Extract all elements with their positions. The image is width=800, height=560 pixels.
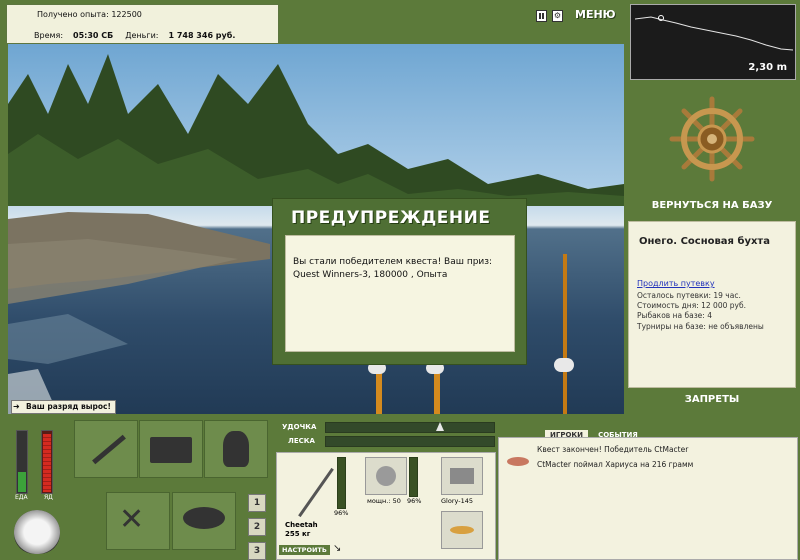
menu-button[interactable]: МЕНЮ [575, 8, 616, 21]
reel-wear-bar [409, 457, 418, 497]
reel-pct: 96% [407, 497, 422, 505]
tournaments-status: Турниры на базе: не объявлены [637, 322, 764, 331]
rod-tension-bar [325, 422, 495, 433]
lure-name: Glory-145 [441, 497, 473, 505]
bans-button[interactable]: ЗАПРЕТЫ [630, 394, 794, 405]
tackle-box-tile[interactable] [139, 420, 203, 478]
tackle-panel: 96% Cheetah 255 кг мощн.: 50 96% Glory-1… [276, 452, 496, 560]
events-log: Квест закончен! Победитель CtMacter CtMa… [498, 437, 798, 560]
extend-ticket-link[interactable]: Продлить путевку [637, 279, 715, 288]
toast-text: Ваш разряд вырос! [26, 402, 111, 411]
reel-slot[interactable] [365, 457, 407, 495]
event-message-1: Квест закончен! Победитель CtMacter [537, 445, 689, 454]
slot-3-button[interactable]: 3 [248, 542, 266, 560]
arrow-icon: ➜ [13, 402, 20, 411]
rod-wear-bar [337, 457, 346, 509]
reel-power: мощн.: 50 [367, 497, 401, 505]
lure-icon [450, 468, 474, 484]
depth-chart: 2,30 m [630, 4, 796, 80]
food-gauge [16, 430, 28, 494]
chat-tabs: ИГРОКИ СОБЫТИЯ [545, 422, 643, 440]
pause-icon[interactable] [536, 10, 547, 22]
ticket-time-left: Осталось путевки: 19 час. [637, 291, 741, 300]
ship-wheel-icon[interactable] [668, 95, 756, 183]
rod-pct: 96% [334, 509, 349, 517]
cauldron-icon[interactable] [14, 510, 60, 554]
expand-arrow-icon[interactable]: ↘ [333, 543, 341, 554]
fork-knife-icon: ✕ [119, 502, 145, 537]
money-label: Деньги: [125, 31, 159, 40]
rod-tension-marker [436, 422, 444, 431]
poison-gauge [41, 430, 53, 494]
rod-image-icon [298, 467, 334, 518]
return-to-base-button[interactable]: ВЕРНУТЬСЯ НА БАЗУ [630, 200, 794, 211]
fishers-count: Рыбаков на базе: 4 [637, 311, 712, 320]
line-tension-bar [325, 436, 495, 447]
rod-name: Cheetah [285, 521, 318, 529]
poison-gauge-fill [43, 434, 51, 492]
rods-tile[interactable] [74, 420, 138, 478]
day-cost: Стоимость дня: 12 000 руб. [637, 301, 746, 310]
reel-icon [376, 466, 396, 486]
money-value: 1 748 346 руб. [168, 31, 236, 40]
rank-up-toast[interactable]: Ваш разряд вырос! [11, 400, 116, 414]
slot-1-button[interactable]: 1 [248, 494, 266, 512]
poison-label: ЯД [44, 494, 53, 501]
info-panel: Получено опыта: 122500 Время: 05:30 СБ Д… [6, 4, 279, 44]
lure-slot[interactable] [441, 457, 483, 495]
top-bar: ⚙ МЕНЮ [280, 0, 622, 44]
fishing-rod-3[interactable] [563, 254, 567, 414]
time-label: Время: [34, 31, 64, 40]
dialog-message: Вы стали победителем квеста! Ваш приз: Q… [293, 257, 493, 280]
location-panel: Онего. Сосновая бухта Продлить путевку О… [628, 221, 796, 388]
dialog-title: ПРЕДУПРЕЖДЕНИЕ [291, 208, 491, 228]
fisherman-tile[interactable] [204, 420, 268, 478]
location-name: Онего. Сосновая бухта [639, 236, 770, 247]
line-label: ЛЕСКА [288, 437, 315, 445]
warning-dialog: ПРЕДУПРЕЖДЕНИЕ Вы стали победителем квес… [272, 198, 527, 365]
time-value: 05:30 СБ [73, 31, 114, 40]
tackle-box-icon [150, 437, 192, 463]
setup-button[interactable]: НАСТРОИТЬ [279, 545, 330, 555]
bait-fish-icon [450, 526, 474, 534]
fish-tile[interactable] [172, 492, 236, 550]
fish-event-icon [507, 457, 529, 466]
settings-icon[interactable]: ⚙ [552, 10, 563, 22]
event-message-2: CtMacter поймал Хариуса на 216 грамм [537, 460, 694, 469]
reel-3-icon [554, 358, 574, 372]
food-tile[interactable]: ✕ [106, 492, 170, 550]
depth-value: 2,30 m [748, 62, 787, 73]
slot-2-button[interactable]: 2 [248, 518, 266, 536]
exp-value: 122500 [111, 10, 142, 19]
rod-icon [92, 434, 126, 465]
food-gauge-fill [18, 472, 26, 492]
dialog-body: Вы стали победителем квеста! Ваш приз: Q… [285, 235, 515, 352]
food-label: ЕДА [15, 494, 28, 501]
fisherman-icon [223, 431, 249, 467]
exp-label: Получено опыта: [37, 10, 109, 19]
rod-label: УДОЧКА [282, 423, 317, 431]
bait-slot[interactable] [441, 511, 483, 549]
rod-weight: 255 кг [285, 530, 311, 538]
fish-icon [183, 507, 225, 529]
